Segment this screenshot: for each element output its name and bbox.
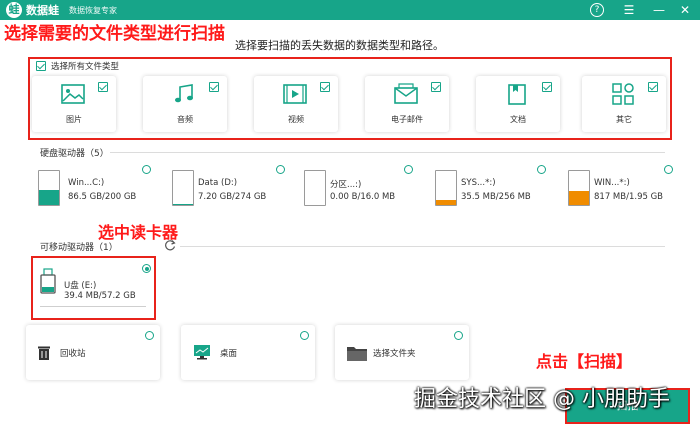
mail-icon — [394, 83, 418, 104]
menu-icon[interactable]: ☰ — [620, 1, 638, 19]
drive-card[interactable]: SYS...*:) 35.5 MB/256 MB — [435, 165, 563, 207]
audio-type-checkbox[interactable] — [209, 82, 219, 92]
type-card-other[interactable]: 其它 — [582, 76, 666, 132]
annotation-click-scan: 点击【扫描】 — [536, 352, 633, 371]
video-type-label: 视频 — [288, 115, 304, 124]
location-label: 回收站 — [60, 349, 86, 359]
watermark-text: 掘金技术社区 @ 小朋助手 — [414, 387, 670, 412]
email-type-label: 电子邮件 — [391, 115, 423, 124]
type-card-document[interactable]: 文档 — [476, 76, 560, 132]
drive-name: WIN...*:) — [594, 178, 630, 188]
minimize-button[interactable]: — — [650, 1, 668, 19]
drive-icon — [38, 170, 60, 206]
drive-radio[interactable] — [142, 165, 151, 174]
drive-size: 0.00 B/16.0 MB — [330, 192, 396, 202]
image-icon — [61, 84, 85, 104]
drive-usage-fill — [569, 190, 589, 205]
video-icon — [283, 84, 307, 104]
audio-type-label: 音频 — [177, 115, 193, 124]
other-type-label: 其它 — [616, 115, 632, 124]
location-recycle-bin[interactable]: 回收站 — [26, 325, 160, 380]
app-subtitle: 数据恢复专家 — [69, 5, 117, 15]
desktop-icon — [194, 345, 210, 360]
location-label: 选择文件夹 — [373, 349, 416, 359]
email-type-checkbox[interactable] — [431, 82, 441, 92]
location-select-folder[interactable]: 选择文件夹 — [335, 325, 469, 380]
usb-usage-bar — [40, 306, 146, 307]
drive-usage-fill — [436, 200, 456, 205]
type-card-video[interactable]: 视频 — [254, 76, 338, 132]
drive-size: 817 MB/1.95 GB — [594, 192, 664, 202]
music-icon — [175, 84, 193, 103]
removable-drives-title: 可移动驱动器（1） — [40, 243, 118, 253]
drive-name: 分区...:) — [330, 180, 362, 190]
app-name: 数据蛙 — [26, 4, 59, 17]
drive-size: 86.5 GB/200 GB — [68, 192, 137, 202]
usb-drive-icon — [40, 268, 56, 294]
drive-icon — [172, 170, 194, 206]
usb-drive-size: 39.4 MB/57.2 GB — [64, 291, 136, 301]
drive-name: SYS...*:) — [461, 178, 496, 188]
drive-card[interactable]: WIN...*:) 817 MB/1.95 GB — [568, 165, 696, 207]
drive-icon — [568, 170, 590, 206]
usb-drive-radio[interactable] — [142, 264, 151, 273]
drive-usage-fill — [173, 203, 193, 205]
location-label: 桌面 — [220, 349, 238, 359]
location-desktop[interactable]: 桌面 — [181, 325, 315, 380]
close-button[interactable]: ✕ — [676, 1, 694, 19]
drive-name: Win...C:) — [68, 178, 105, 188]
annotation-select-types: 选择需要的文件类型进行扫描 — [4, 24, 225, 44]
drive-size: 35.5 MB/256 MB — [461, 192, 531, 202]
drive-card[interactable]: 分区...:) 0.00 B/16.0 MB — [304, 165, 432, 207]
other-type-checkbox[interactable] — [648, 82, 658, 92]
drive-radio[interactable] — [537, 165, 546, 174]
document-type-label: 文档 — [510, 115, 526, 124]
document-icon — [508, 84, 526, 105]
image-type-checkbox[interactable] — [98, 82, 108, 92]
type-card-audio[interactable]: 音频 — [143, 76, 227, 132]
select-all-checkbox[interactable] — [36, 61, 46, 71]
drive-icon — [435, 170, 457, 206]
location-radio[interactable] — [145, 331, 154, 340]
usb-drive-name: U盘 (E:) — [64, 281, 97, 291]
drive-radio[interactable] — [404, 165, 413, 174]
title-bar: 蛙 数据蛙 数据恢复专家 ? ☰ — ✕ — [0, 0, 700, 20]
drive-size: 7.20 GB/274 GB — [198, 192, 267, 202]
frog-logo-icon: 蛙 — [6, 2, 22, 18]
folder-icon — [347, 347, 367, 361]
drive-card[interactable]: Win...C:) 86.5 GB/200 GB — [38, 165, 166, 207]
usb-drive-card[interactable]: U盘 (E:) 39.4 MB/57.2 GB — [34, 258, 153, 316]
drive-radio[interactable] — [276, 165, 285, 174]
drive-usage-fill — [39, 190, 59, 205]
drive-icon — [304, 170, 326, 206]
help-icon[interactable]: ? — [590, 3, 604, 17]
divider — [180, 246, 665, 247]
other-icon — [612, 83, 634, 105]
document-type-checkbox[interactable] — [542, 82, 552, 92]
app-logo: 蛙 数据蛙 数据恢复专家 — [6, 2, 117, 18]
video-type-checkbox[interactable] — [320, 82, 330, 92]
location-radio[interactable] — [300, 331, 309, 340]
divider — [110, 152, 665, 153]
drive-radio[interactable] — [664, 165, 673, 174]
type-card-image[interactable]: 图片 — [32, 76, 116, 132]
drive-card[interactable]: Data (D:) 7.20 GB/274 GB — [172, 165, 300, 207]
recycle-bin-icon — [38, 346, 50, 360]
refresh-icon[interactable] — [164, 239, 176, 251]
location-radio[interactable] — [454, 331, 463, 340]
image-type-label: 图片 — [66, 115, 82, 124]
page-subtitle: 选择要扫描的丢失数据的数据类型和路径。 — [235, 39, 444, 52]
select-all-label: 选择所有文件类型 — [51, 62, 120, 72]
drive-name: Data (D:) — [198, 178, 238, 188]
file-types-highlight — [28, 57, 672, 140]
type-card-email[interactable]: 电子邮件 — [365, 76, 449, 132]
select-all-types[interactable]: 选择所有文件类型 — [36, 60, 119, 72]
hard-drives-title: 硬盘驱动器（5） — [40, 149, 109, 159]
